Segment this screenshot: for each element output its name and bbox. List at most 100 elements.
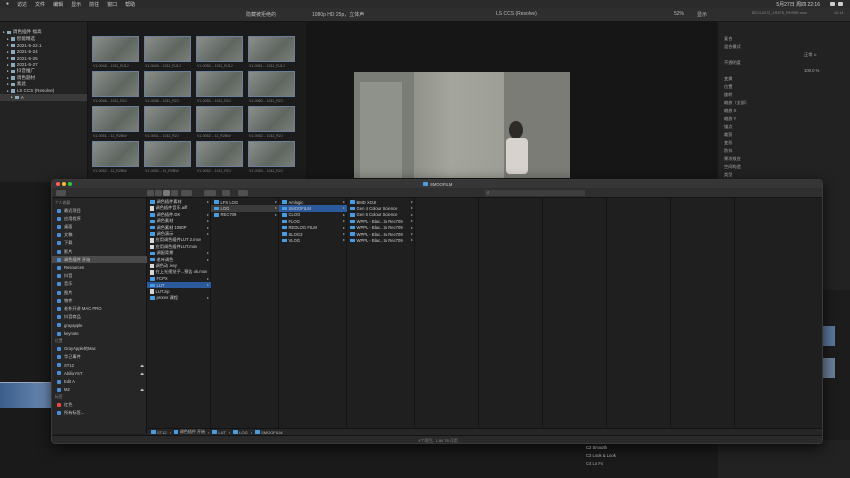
sidebar-item[interactable]: 下载	[52, 240, 147, 247]
file-row[interactable]: LOG ▸	[211, 205, 279, 212]
action-button[interactable]	[204, 190, 216, 196]
clip-thumbnail[interactable]: V1-0052... 11_R2BW	[92, 141, 139, 173]
clip-thumbnail[interactable]: V1-0048... 1011_R2J	[144, 71, 191, 103]
file-row[interactable]: 应用调色插件LUT 2.mov	[147, 237, 211, 243]
file-row[interactable]: REDLOG FILM ▸	[279, 225, 347, 231]
inspector-row[interactable]: 裁剪	[724, 132, 732, 138]
column-view-button[interactable]	[163, 190, 170, 196]
file-row[interactable]: 调色插件音乐.aiff	[147, 205, 211, 211]
sidebar-item[interactable]: 物件	[52, 297, 147, 304]
sidebar-item[interactable]: 华己事件	[52, 353, 147, 360]
inspector-row[interactable]: 正常 ≎	[804, 52, 817, 58]
file-row[interactable]: 调色插件素材 ▸	[147, 199, 211, 205]
file-row[interactable]: 在上光视觉子...预告 ok.mov	[147, 269, 211, 275]
sidebar-item[interactable]: 所有标签...	[52, 410, 147, 417]
clip-thumbnail[interactable]: V1-0046... 1011_R2J	[92, 71, 139, 103]
eject-icon[interactable]: ⏏	[140, 371, 144, 376]
clip-thumbnail[interactable]: V1-0052... 11_R2BW	[196, 106, 243, 138]
disclosure-triangle-icon[interactable]: ▸	[7, 43, 9, 47]
inspector-row[interactable]: 旋转	[724, 92, 732, 98]
file-row[interactable]: WPPL - Blac...to Rec709 ▸	[347, 218, 415, 224]
effect-item-3[interactable]: C4 Lo Fx	[586, 461, 603, 466]
disclosure-triangle-icon[interactable]: ▸	[7, 89, 9, 93]
sidebar-item[interactable]: M2 ⏏	[52, 386, 147, 393]
inspector-row[interactable]: 不透明度	[724, 60, 741, 66]
menu-edit[interactable]: 编辑	[53, 1, 63, 8]
disclosure-triangle-icon[interactable]: ▸	[7, 50, 9, 54]
file-row[interactable]: 调色插件.DK ▸	[147, 212, 211, 218]
sidebar-item[interactable]: 老朴开讲 MAC PRO	[52, 305, 147, 312]
sidebar-item[interactable]: 图片	[52, 289, 147, 296]
file-row[interactable]: SLOG3 ▸	[279, 231, 347, 237]
disclosure-triangle-icon[interactable]: ▸	[7, 56, 9, 60]
inspector-row[interactable]: 缩放 X	[724, 108, 736, 114]
menu-view[interactable]: 显示	[71, 1, 81, 8]
clip-thumbnail[interactable]: V1-0050... 1011_R2J	[196, 71, 243, 103]
inspector-row[interactable]: 防抖	[724, 148, 732, 154]
file-row[interactable]: LUT ▸	[147, 282, 211, 289]
sidebar-item[interactable]: 文稿	[52, 232, 147, 239]
inspector-row[interactable]: 锚点	[724, 124, 732, 130]
sidebar-item[interactable]: GrayApple的Mac	[52, 345, 147, 352]
back-forward-buttons[interactable]	[56, 190, 66, 196]
sidebar-item[interactable]: 应用程序	[52, 215, 147, 222]
clip-thumbnail[interactable]: V1-0051... 1011_R2J	[144, 106, 191, 138]
disclosure-triangle-icon[interactable]: ▸	[7, 82, 9, 86]
sidebar-item[interactable]: 音乐	[52, 281, 147, 288]
timeline-clip-left[interactable]	[0, 382, 52, 408]
inspector-row[interactable]: 100.0 %	[804, 68, 819, 73]
apple-icon[interactable]: ●	[6, 1, 9, 7]
sidebar-item[interactable]: ST12 ⏏	[52, 362, 147, 369]
sidebar-item[interactable]: 抖音	[52, 273, 147, 280]
clip-thumbnail[interactable]: V1-0052... 1011_R2J	[196, 141, 243, 173]
eject-icon[interactable]: ⏏	[140, 387, 144, 392]
close-button[interactable]	[56, 182, 60, 186]
video-frame[interactable]	[354, 72, 570, 178]
share-button[interactable]	[222, 190, 230, 196]
file-row[interactable]: FLOG ▸	[279, 218, 347, 224]
sidebar-item[interactable]: Resources	[52, 264, 147, 271]
menu-help[interactable]: 帮助	[125, 1, 135, 8]
file-row[interactable]: REC709 ▸	[211, 212, 279, 218]
file-row[interactable]: WPPL - Blac...to Rec709 ▸	[347, 231, 415, 237]
file-row[interactable]: SMOOFILM ▸	[279, 205, 347, 212]
minimize-button[interactable]	[62, 182, 66, 186]
gallery-view-button[interactable]	[171, 190, 178, 196]
effect-item-1[interactable]: C2 Smooth	[586, 445, 607, 450]
sidebar-item[interactable]: 桌面	[52, 223, 147, 230]
zoom-label[interactable]: 52%	[674, 11, 684, 17]
path-segment[interactable]: ST12	[151, 430, 167, 435]
sidebar-item[interactable]: keynote	[52, 330, 147, 337]
control-center-icon[interactable]	[830, 1, 844, 7]
disclosure-triangle-icon[interactable]: ▸	[11, 95, 13, 99]
group-button[interactable]	[181, 190, 192, 196]
menu-window[interactable]: 窗口	[107, 1, 117, 8]
sidebar-item[interactable]: 最近项目	[52, 207, 147, 214]
file-row[interactable]: FCPX ▸	[147, 276, 211, 282]
sidebar-item[interactable]: 影片	[52, 248, 147, 255]
inspector-row[interactable]: 缩放（全部）	[724, 100, 749, 106]
effect-item-2[interactable]: C3 Look & Look	[586, 453, 616, 458]
icon-view-button[interactable]	[147, 190, 154, 196]
file-row[interactable]: CLOG ▸	[279, 212, 347, 218]
inspector-row[interactable]: 位置	[724, 84, 732, 90]
timeline-clip-right-a[interactable]	[823, 326, 835, 346]
clip-thumbnail[interactable]: V1-0051... 11_R2BW	[92, 106, 139, 138]
file-row[interactable]: Gen 4 Colour Science ▸	[347, 205, 415, 211]
disclosure-triangle-icon[interactable]: ▸	[3, 30, 5, 34]
timeline-clip-right-b[interactable]	[823, 358, 835, 378]
disclosure-triangle-icon[interactable]: ▸	[7, 37, 9, 41]
disclosure-triangle-icon[interactable]: ▸	[7, 69, 9, 73]
sidebar-item[interactable]: 红色	[52, 401, 147, 408]
sidebar-item[interactable]: AbiliuYST ⏏	[52, 370, 147, 377]
clip-thumbnail[interactable]: V1-0052... 11_R2BW	[144, 141, 191, 173]
file-row[interactable]: 调色素材 ▸	[147, 218, 211, 224]
file-row[interactable]: prores 课程 ▸	[147, 295, 211, 301]
menu-finder[interactable]: 访达	[17, 1, 27, 8]
eject-icon[interactable]: ⏏	[140, 363, 144, 368]
file-row[interactable]: VLOG ▸	[279, 237, 347, 243]
sidebar-item[interactable]: 抖音商品	[52, 314, 147, 321]
file-row[interactable]: 调色演示 ▸	[147, 231, 211, 237]
file-row[interactable]: Amlogic ▸	[279, 199, 347, 205]
clip-thumbnail[interactable]: V1-0053... 1011_R2J	[248, 141, 295, 173]
